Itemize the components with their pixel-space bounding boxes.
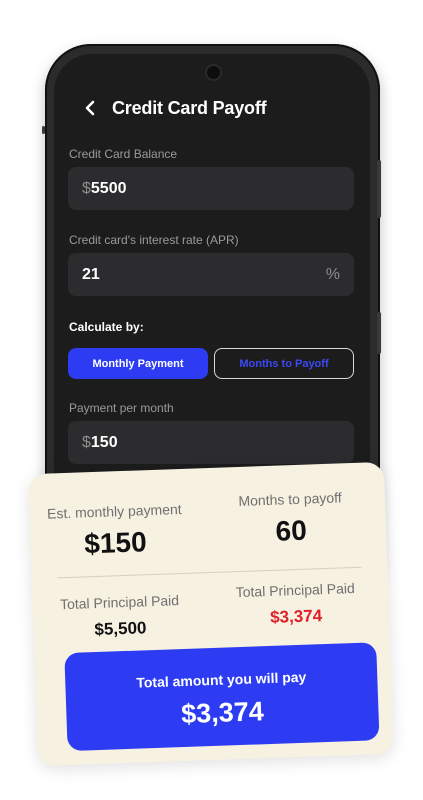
percent-suffix: % (325, 265, 340, 283)
principal-paid-value: $5,500 (94, 618, 147, 640)
calculate-by-label: Calculate by: (69, 320, 144, 334)
months-to-payoff-value: 60 (275, 514, 308, 547)
payment-label: Payment per month (69, 401, 174, 415)
balance-field[interactable]: $ 5500 (68, 167, 354, 210)
front-camera (207, 66, 220, 79)
side-button (42, 126, 45, 134)
side-button (377, 160, 381, 218)
chevron-left-icon[interactable] (80, 98, 100, 118)
divider (57, 566, 362, 579)
interest-paid-label: Total Principal Paid (235, 579, 355, 601)
currency-prefix: $ (82, 179, 91, 197)
apr-value[interactable]: 21 (82, 266, 100, 284)
interest-paid-value: $3,374 (269, 606, 323, 627)
monthly-payment-toggle[interactable]: Monthly Payment (68, 348, 208, 379)
apr-label: Credit card's interest rate (APR) (69, 233, 239, 247)
payment-field[interactable]: $ 150 (68, 421, 354, 464)
principal-paid-label: Total Principal Paid (59, 592, 180, 613)
app-header: Credit Card Payoff (80, 94, 267, 122)
months-to-payoff-label: Months to payoff (238, 489, 342, 509)
monthly-payment-label: Est. monthly payment (46, 500, 182, 522)
balance-value[interactable]: 5500 (91, 180, 127, 198)
months-to-payoff-toggle[interactable]: Months to Payoff (214, 348, 354, 379)
monthly-payment-value: $150 (83, 526, 148, 560)
total-amount-label: Total amount you will pay (136, 668, 307, 691)
total-amount-box: Total amount you will pay $3,374 (64, 642, 380, 752)
apr-field[interactable]: 21 % (68, 253, 354, 296)
payment-value[interactable]: 150 (91, 434, 118, 452)
currency-prefix: $ (82, 433, 91, 451)
results-card: Est. monthly payment $150 Months to payo… (28, 461, 394, 767)
side-button (377, 312, 381, 354)
balance-label: Credit Card Balance (69, 147, 178, 161)
page-title: Credit Card Payoff (112, 97, 267, 118)
total-amount-value: $3,374 (180, 696, 265, 730)
